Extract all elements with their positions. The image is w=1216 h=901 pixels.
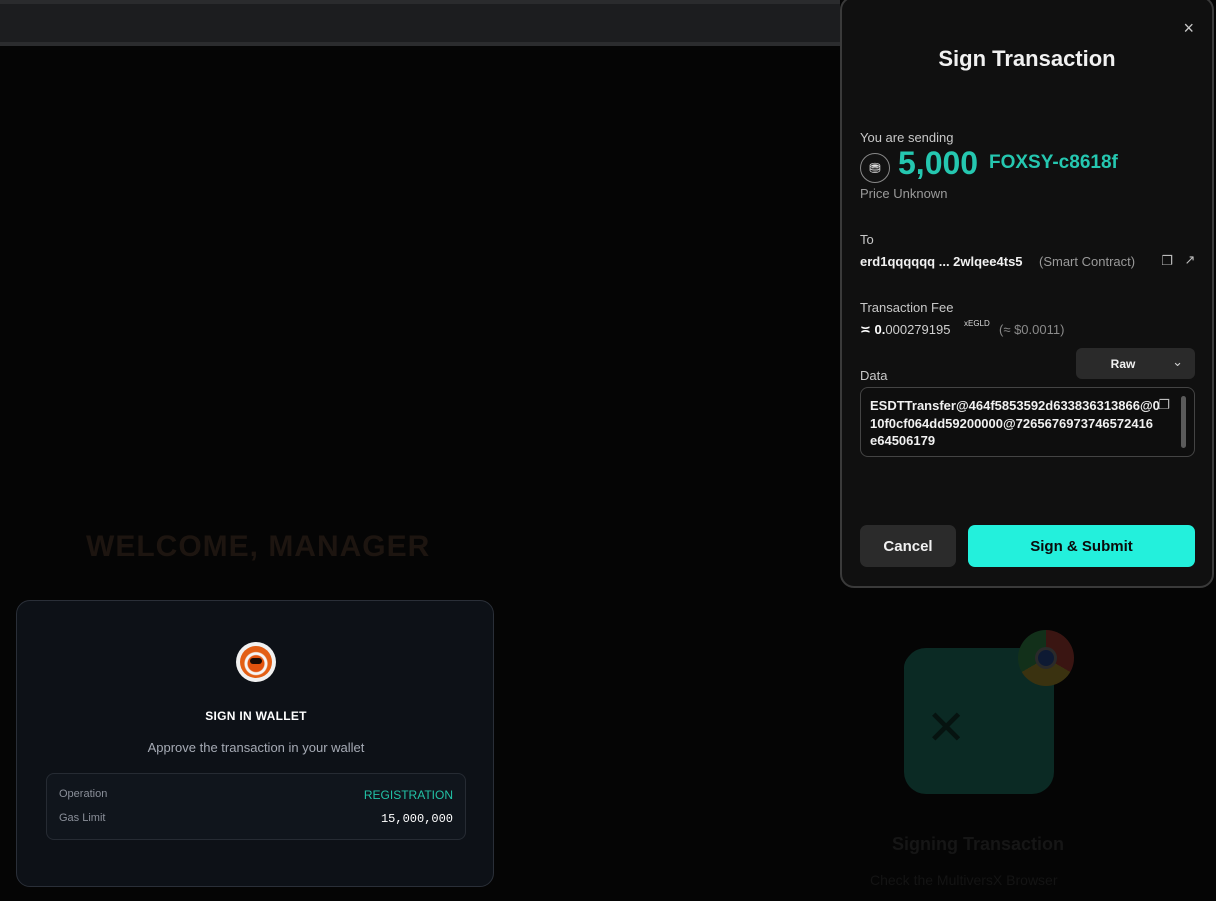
- browser-topbar: [0, 0, 840, 46]
- gas-limit-value: 15,000,000: [380, 812, 453, 826]
- card-subtitle: Approve the transaction in your wallet: [147, 740, 365, 755]
- sign-transaction-modal: × Sign Transaction You are sending ⛃ 5,0…: [840, 0, 1214, 588]
- token-ticker: FOXSY-c8618f: [989, 152, 1118, 173]
- foxsy-ball-icon: [236, 642, 276, 682]
- welcome-heading: WELCOME, MANAGER: [86, 530, 431, 563]
- chrome-logo-icon: [1018, 630, 1074, 686]
- to-label: To: [860, 232, 874, 247]
- data-scrollbar[interactable]: [1181, 396, 1186, 448]
- fee-value: ≍ 0.000279195: [860, 322, 950, 338]
- address-type: (Smart Contract): [1039, 254, 1136, 269]
- external-link-icon[interactable]: ↗: [1183, 253, 1197, 267]
- fee-label: Transaction Fee: [860, 300, 954, 315]
- signing-subtitle: Check the MultiversX Browser: [870, 872, 1058, 888]
- token-icon: ⛃: [860, 153, 890, 183]
- copy-address-icon[interactable]: ❐: [1160, 254, 1174, 268]
- modal-title: Sign Transaction: [938, 46, 1116, 71]
- gas-limit-label: Gas Limit: [59, 812, 106, 824]
- data-format-select[interactable]: Raw ⌄: [1076, 348, 1195, 379]
- copy-data-icon[interactable]: ❐: [1157, 398, 1171, 412]
- data-format-value: Raw: [1110, 357, 1136, 371]
- transaction-details-table: Operation REGISTRATION Gas Limit 15,000,…: [46, 773, 466, 840]
- fee-int: 0.: [874, 322, 886, 337]
- multiversx-logo-icon: ✕: [926, 702, 967, 755]
- data-label: Data: [860, 368, 888, 383]
- chevron-down-icon: ⌄: [1172, 354, 1183, 369]
- data-textbox[interactable]: ESDTTransfer@464f5853592d633836313866@01…: [860, 387, 1195, 457]
- sign-submit-button[interactable]: Sign & Submit: [968, 525, 1195, 567]
- signing-title: Signing Transaction: [892, 834, 1065, 854]
- card-title: SIGN IN WALLET: [205, 709, 307, 723]
- fee-unit: xEGLD: [964, 319, 990, 328]
- sending-label: You are sending: [860, 130, 954, 145]
- close-icon[interactable]: ×: [1183, 18, 1194, 39]
- fee-dec: 000279195: [885, 322, 951, 337]
- fee-usd: (≈ $0.0011): [999, 322, 1065, 337]
- fee-prefix: ≍: [860, 322, 871, 337]
- operation-label: Operation: [59, 788, 108, 800]
- data-value: ESDTTransfer@464f5853592d633836313866@01…: [870, 398, 1160, 448]
- cancel-button[interactable]: Cancel: [860, 525, 956, 567]
- operation-value: REGISTRATION: [363, 788, 453, 802]
- sign-in-wallet-card: SIGN IN WALLET Approve the transaction i…: [16, 600, 494, 887]
- price-label: Price Unknown: [860, 186, 948, 201]
- amount-value: 5,000: [898, 145, 979, 181]
- receiver-address: erd1qqqqqq ... 2wlqee4ts5: [860, 254, 1023, 269]
